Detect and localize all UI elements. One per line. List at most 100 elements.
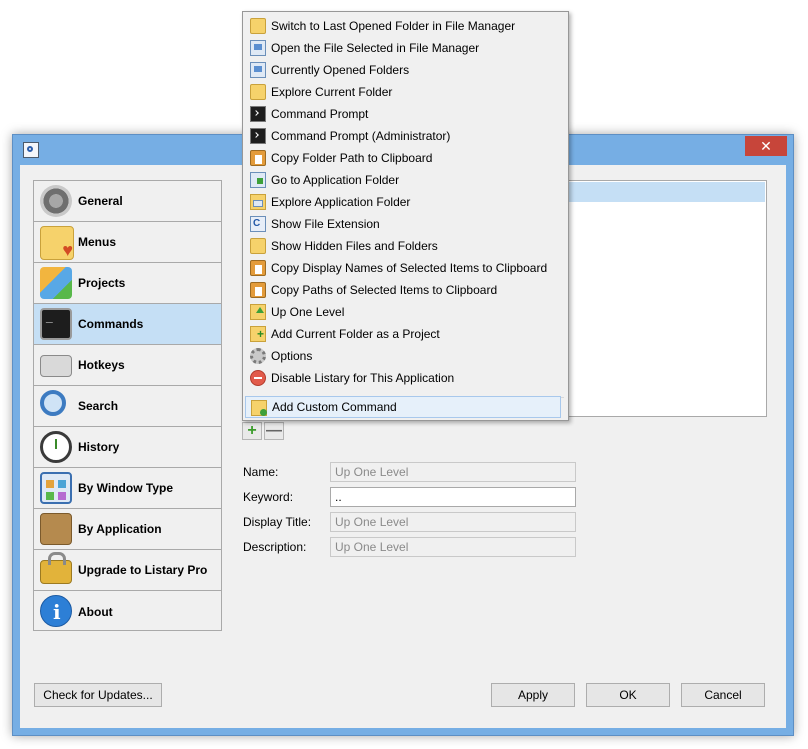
menu-item-copy-folder-path[interactable]: Copy Folder Path to Clipboard [245, 147, 566, 169]
clipboard-icon [250, 282, 266, 298]
sidebar-item-label: Menus [78, 235, 117, 249]
description-field[interactable]: Up One Level [330, 537, 576, 557]
menu-item-command-prompt[interactable]: Command Prompt [245, 103, 566, 125]
menu-item-label: Explore Application Folder [271, 195, 411, 209]
menu-item-command-prompt-admin[interactable]: Command Prompt (Administrator) [245, 125, 566, 147]
menu-item-disable-listary[interactable]: Disable Listary for This Application [245, 367, 566, 389]
terminal-icon [250, 106, 266, 122]
add-custom-icon [251, 400, 267, 416]
menu-item-label: Command Prompt [271, 107, 369, 121]
menu-item-label: Open the File Selected in File Manager [271, 41, 480, 55]
gear-icon [250, 348, 266, 364]
keyboard-icon [40, 355, 72, 377]
hidden-folder-icon [250, 238, 266, 254]
menu-item-show-hidden[interactable]: Show Hidden Files and Folders [245, 235, 566, 257]
file-manager-icon [250, 40, 266, 56]
keyword-field[interactable]: .. [330, 487, 576, 507]
sidebar-item-label: General [78, 194, 123, 208]
menu-item-add-custom-command[interactable]: Add Custom Command [245, 396, 561, 418]
menu-item-explore-current[interactable]: Explore Current Folder [245, 81, 566, 103]
sidebar-item-upgrade[interactable]: Upgrade to Listary Pro [34, 550, 221, 591]
sidebar-item-hotkeys[interactable]: Hotkeys [34, 345, 221, 386]
keyword-label: Keyword: [243, 490, 294, 504]
menu-item-add-project[interactable]: Add Current Folder as a Project [245, 323, 566, 345]
app-icon [23, 142, 39, 158]
cancel-button[interactable]: Cancel [681, 683, 765, 707]
sidebar-item-label: By Application [78, 522, 162, 536]
sidebar-item-menus[interactable]: Menus [34, 222, 221, 263]
name-field[interactable]: Up One Level [330, 462, 576, 482]
menu-item-label: Options [271, 349, 313, 363]
check-updates-button[interactable]: Check for Updates... [34, 683, 162, 707]
display-title-label: Display Title: [243, 515, 312, 529]
menu-item-copy-display-names[interactable]: Copy Display Names of Selected Items to … [245, 257, 566, 279]
menu-item-label: Currently Opened Folders [271, 63, 410, 77]
menu-item-label: Explore Current Folder [271, 85, 393, 99]
windows-icon [40, 472, 72, 504]
menu-item-label: Show File Extension [271, 217, 380, 231]
terminal-icon [40, 308, 72, 340]
close-button[interactable]: ✕ [745, 136, 787, 156]
menu-item-label: Command Prompt (Administrator) [271, 129, 451, 143]
menu-item-label: Copy Display Names of Selected Items to … [271, 261, 548, 275]
menu-item-options[interactable]: Options [245, 345, 566, 367]
ok-button[interactable]: OK [586, 683, 670, 707]
sidebar-item-label: Commands [78, 317, 144, 331]
sidebar-item-label: About [78, 604, 113, 619]
folder-switch-icon [250, 18, 266, 34]
explore-folder-icon [250, 194, 266, 210]
menu-item-opened-folders[interactable]: Currently Opened Folders [245, 59, 566, 81]
menu-item-label: Copy Paths of Selected Items to Clipboar… [271, 283, 498, 297]
folder-heart-icon [40, 226, 74, 261]
name-label: Name: [243, 465, 279, 479]
info-icon [40, 595, 72, 627]
sidebar-item-general[interactable]: General [34, 181, 221, 222]
menu-item-label: Add Custom Command [272, 400, 397, 414]
folder-add-icon [250, 326, 266, 342]
sidebar-item-about[interactable]: About [34, 591, 221, 632]
menu-item-switch-last-folder[interactable]: Switch to Last Opened Folder in File Man… [245, 15, 566, 37]
sidebar-item-label: By Window Type [78, 481, 174, 495]
menu-item-label: Show Hidden Files and Folders [271, 239, 438, 253]
sidebar-item-label: Projects [78, 276, 126, 290]
gear-icon [40, 185, 72, 217]
sidebar-item-label: Search [78, 399, 119, 413]
menu-item-open-selected-file[interactable]: Open the File Selected in File Manager [245, 37, 566, 59]
sidebar-item-by-window-type[interactable]: By Window Type [34, 468, 221, 509]
box-icon [40, 513, 72, 545]
apply-button[interactable]: Apply [491, 683, 575, 707]
menu-item-show-extension[interactable]: Show File Extension [245, 213, 566, 235]
remove-command-button[interactable]: — [264, 422, 284, 440]
magnifier-icon [40, 390, 66, 416]
sidebar-item-by-application[interactable]: By Application [34, 509, 221, 550]
menu-item-up-one-level[interactable]: Up One Level [245, 301, 566, 323]
file-extension-icon [250, 216, 266, 232]
sidebar-item-label: History [78, 440, 120, 454]
menu-item-label: Copy Folder Path to Clipboard [271, 151, 433, 165]
add-command-button[interactable]: + [242, 422, 262, 440]
clipboard-icon [250, 150, 266, 166]
sidebar-item-search[interactable]: Search [34, 386, 221, 427]
menu-item-label: Switch to Last Opened Folder in File Man… [271, 19, 516, 33]
lock-icon [40, 552, 72, 584]
menu-item-go-app-folder[interactable]: Go to Application Folder [245, 169, 566, 191]
sidebar-item-commands[interactable]: Commands [34, 304, 221, 345]
boxes-icon [40, 267, 72, 299]
sidebar: General Menus Projects Commands Hotkeys … [33, 180, 222, 631]
menu-item-explore-app-folder[interactable]: Explore Application Folder [245, 191, 566, 213]
menu-item-label: Disable Listary for This Application [271, 371, 455, 385]
clipboard-icon [250, 260, 266, 276]
sidebar-item-history[interactable]: History [34, 427, 221, 468]
clock-icon [40, 431, 72, 463]
folder-up-icon [250, 304, 266, 320]
go-to-folder-icon [250, 172, 266, 188]
commands-context-menu: Switch to Last Opened Folder in File Man… [242, 11, 569, 421]
folder-open-icon [250, 84, 266, 100]
menu-item-copy-paths[interactable]: Copy Paths of Selected Items to Clipboar… [245, 279, 566, 301]
display-title-field[interactable]: Up One Level [330, 512, 576, 532]
menu-item-label: Up One Level [271, 305, 345, 319]
disable-icon [250, 370, 266, 386]
sidebar-item-projects[interactable]: Projects [34, 263, 221, 304]
terminal-admin-icon [250, 128, 266, 144]
menu-item-label: Go to Application Folder [271, 173, 400, 187]
